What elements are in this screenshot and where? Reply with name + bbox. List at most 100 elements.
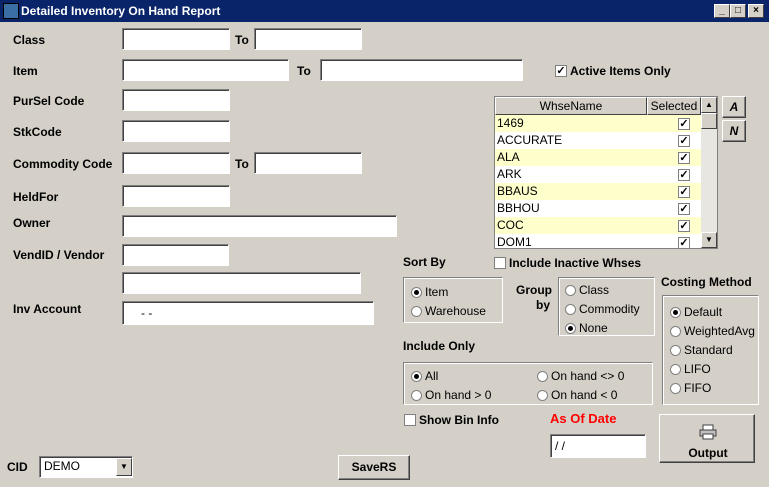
cost-weighted-radio[interactable] — [670, 326, 681, 337]
cid-value: DEMO — [44, 459, 80, 473]
whse-name-cell: ALA — [497, 150, 520, 164]
sort-by-group: Item Warehouse — [403, 277, 503, 323]
commodity-label: Commodity Code — [13, 157, 113, 171]
include-gt-radio[interactable] — [411, 390, 422, 401]
whse-name-cell: DOM1 — [497, 235, 532, 249]
include-gt-label: On hand > 0 — [425, 388, 492, 402]
cost-fifo-label: FIFO — [684, 381, 712, 395]
pursel-input[interactable] — [122, 89, 230, 111]
minimize-button[interactable]: _ — [714, 4, 730, 18]
as-of-date-input[interactable]: / / — [550, 434, 646, 458]
include-lt-radio[interactable] — [537, 390, 548, 401]
include-all-label: All — [425, 369, 439, 383]
vendor-id-input[interactable] — [122, 244, 229, 266]
invaccount-label: Inv Account — [13, 302, 82, 316]
heldfor-input[interactable] — [122, 185, 230, 207]
stkcode-label: StkCode — [13, 125, 62, 139]
sort-by-label: Sort By — [403, 255, 446, 269]
cost-fifo-radio[interactable] — [670, 383, 681, 394]
scroll-down-icon[interactable]: ▼ — [701, 232, 717, 248]
cost-standard-radio[interactable] — [670, 345, 681, 356]
cost-weighted-label: WeightedAvg — [684, 324, 755, 338]
owner-input[interactable] — [122, 215, 397, 237]
sort-item-radio[interactable] — [411, 287, 422, 298]
table-row[interactable]: ARK ✓ — [495, 166, 701, 183]
invaccount-input[interactable]: - - — [122, 301, 374, 325]
cost-lifo-radio[interactable] — [670, 364, 681, 375]
cost-default-label: Default — [684, 305, 723, 319]
table-row[interactable]: BBAUS ✓ — [495, 183, 701, 200]
item-label: Item — [13, 64, 38, 78]
active-items-checkbox[interactable]: ✓ — [555, 65, 567, 77]
group-none-radio[interactable] — [565, 323, 576, 334]
stkcode-input[interactable] — [122, 120, 230, 142]
whse-selected-checkbox[interactable]: ✓ — [678, 186, 690, 198]
commodity-from-input[interactable] — [122, 152, 230, 174]
whse-name-cell: 1469 — [497, 116, 524, 130]
group-commodity-radio[interactable] — [565, 304, 576, 315]
whse-name-cell: BBHOU — [497, 201, 540, 215]
col-selected-header[interactable]: Selected — [647, 97, 701, 115]
dropdown-arrow-icon[interactable]: ▼ — [116, 458, 132, 476]
close-button[interactable]: × — [748, 4, 764, 18]
savers-button[interactable]: SaveRS — [338, 455, 410, 480]
class-label: Class — [13, 33, 46, 47]
printer-icon — [699, 424, 717, 440]
include-only-group: All On hand <> 0 On hand > 0 On hand < 0 — [403, 362, 653, 405]
table-row[interactable]: COC ✓ — [495, 217, 701, 234]
cid-select[interactable]: DEMO ▼ — [39, 456, 133, 478]
group-none-label: None — [579, 321, 608, 335]
include-ne-radio[interactable] — [537, 371, 548, 382]
commodity-to-input[interactable] — [254, 152, 362, 174]
include-lt-label: On hand < 0 — [551, 388, 618, 402]
output-button[interactable]: Output — [659, 414, 755, 463]
table-row[interactable]: BBHOU ✓ — [495, 200, 701, 217]
cost-default-radio[interactable] — [670, 307, 681, 318]
whse-selected-checkbox[interactable]: ✓ — [678, 220, 690, 232]
show-bin-checkbox[interactable] — [404, 414, 416, 426]
vendor-name-input[interactable] — [122, 272, 361, 294]
group-by-label-1: Group — [516, 283, 552, 297]
as-of-date-label: As Of Date — [550, 411, 617, 426]
col-whsename-header[interactable]: WhseName — [495, 97, 647, 115]
sort-warehouse-radio[interactable] — [411, 306, 422, 317]
cid-label: CID — [7, 460, 28, 474]
include-inactive-checkbox[interactable] — [494, 257, 506, 269]
select-none-button[interactable]: N — [722, 120, 746, 142]
whse-name-cell: ARK — [497, 167, 522, 181]
scroll-thumb[interactable] — [701, 113, 717, 129]
item-from-input[interactable] — [122, 59, 289, 81]
include-inactive-label: Include Inactive Whses — [509, 256, 642, 270]
cost-lifo-label: LIFO — [684, 362, 711, 376]
active-items-label: Active Items Only — [570, 64, 671, 78]
select-all-button[interactable]: A — [722, 96, 746, 118]
whse-selected-checkbox[interactable]: ✓ — [678, 203, 690, 215]
warehouse-grid[interactable]: WhseName Selected 1469 ✓ ACCURATE ✓ ALA ✓ ARK ✓… — [494, 96, 718, 249]
include-only-label: Include Only — [403, 339, 476, 353]
whse-selected-checkbox[interactable]: ✓ — [678, 135, 690, 147]
group-commodity-label: Commodity — [579, 302, 640, 316]
app-icon — [3, 3, 19, 19]
item-to-input[interactable] — [320, 59, 523, 81]
cost-standard-label: Standard — [684, 343, 733, 357]
whse-selected-checkbox[interactable]: ✓ — [678, 237, 690, 248]
table-row[interactable]: 1469 ✓ — [495, 115, 701, 132]
table-row[interactable]: DOM1 ✓ — [495, 234, 701, 249]
whse-selected-checkbox[interactable]: ✓ — [678, 118, 690, 130]
costing-group: Default WeightedAvg Standard LIFO FIFO — [662, 295, 759, 405]
window-title: Detailed Inventory On Hand Report — [21, 4, 221, 18]
class-from-input[interactable] — [122, 28, 230, 50]
whse-selected-checkbox[interactable]: ✓ — [678, 169, 690, 181]
maximize-button[interactable]: □ — [730, 4, 746, 18]
output-label: Output — [688, 446, 728, 460]
group-class-radio[interactable] — [565, 285, 576, 296]
include-all-radio[interactable] — [411, 371, 422, 382]
scroll-up-icon[interactable]: ▲ — [701, 97, 717, 113]
title-bar: Detailed Inventory On Hand Report _ □ × — [0, 0, 769, 22]
grid-scrollbar[interactable]: ▲ ▼ — [701, 97, 717, 248]
table-row[interactable]: ALA ✓ — [495, 149, 701, 166]
heldfor-label: HeldFor — [13, 190, 59, 204]
class-to-input[interactable] — [254, 28, 362, 50]
whse-selected-checkbox[interactable]: ✓ — [678, 152, 690, 164]
table-row[interactable]: ACCURATE ✓ — [495, 132, 701, 149]
